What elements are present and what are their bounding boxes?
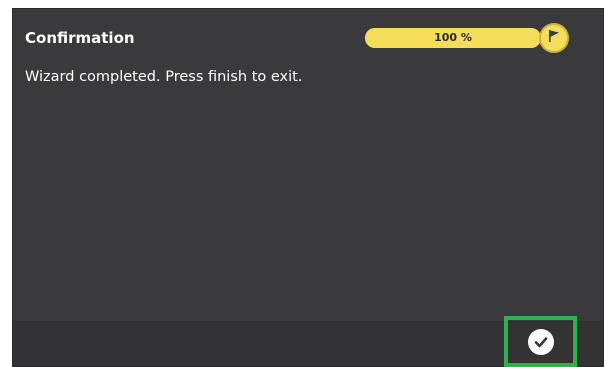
finish-button[interactable]: [504, 316, 577, 367]
check-icon: [527, 328, 554, 355]
flag-icon: [546, 28, 562, 48]
status-message: Wizard completed. Press finish to exit.: [25, 69, 303, 85]
progress-label: 100 %: [434, 31, 472, 44]
progress-bar: 100 %: [365, 28, 541, 48]
page-title: Confirmation: [25, 29, 135, 47]
wizard-window: Confirmation 100 % Wizard completed. Pre…: [12, 8, 604, 367]
progress-end-badge: [539, 23, 569, 53]
